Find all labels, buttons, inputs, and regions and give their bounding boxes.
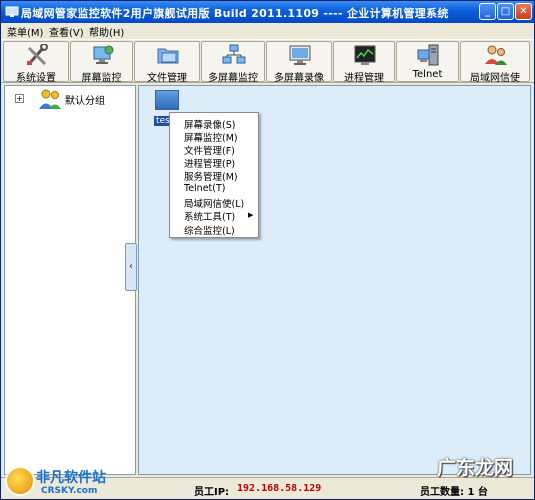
toolbar-label: 文件管理: [147, 73, 187, 84]
process-management-button[interactable]: 进程管理: [333, 41, 395, 84]
users-icon: [485, 45, 507, 65]
submenu-arrow-icon: ▶: [248, 211, 254, 219]
ctx-item-process-management[interactable]: 进程管理(P): [184, 156, 235, 170]
folder-icon: [157, 48, 179, 64]
toolbar-label: 多屏幕监控: [208, 73, 258, 84]
toolbar-label: 多屏幕录像: [274, 73, 324, 84]
maximize-button[interactable]: □: [497, 3, 514, 20]
app-icon: [5, 6, 19, 17]
multi-screen-record-button[interactable]: 多屏幕录像: [266, 41, 332, 84]
employee-ip-value: 192.168.58.129: [237, 483, 322, 494]
ctx-item-screen-monitor[interactable]: 屏幕监控(M): [184, 130, 238, 144]
telnet-button[interactable]: Telnet: [396, 41, 459, 82]
file-management-button[interactable]: 文件管理: [134, 41, 200, 84]
employee-count: 员工数量: 1 台: [420, 487, 488, 498]
group-users-icon: [39, 89, 61, 109]
gdlw-watermark: 广东龙网: [437, 457, 514, 479]
toolbar: 系统设置 屏幕监控 文件管理 多屏幕监控 多屏幕录像 进程管理 Telnet 局…: [1, 39, 534, 84]
network-icon: [222, 44, 246, 64]
minimize-button[interactable]: _: [479, 3, 496, 20]
ctx-item-screen-record[interactable]: 屏幕录像(S): [184, 117, 235, 131]
context-menu: 屏幕录像(S) 屏幕监控(M) 文件管理(F) 进程管理(P) 服务管理(M) …: [169, 112, 259, 238]
ctx-item-integrated-monitor[interactable]: 综合监控(L): [184, 223, 235, 237]
app-window: 局域网管家监控软件2用户旗舰试用版 Build 2011.1109 ---- 企…: [0, 0, 535, 500]
menu-item-menu[interactable]: 菜单(M): [7, 24, 43, 39]
menu-item-help[interactable]: 帮助(H): [89, 24, 124, 39]
watermark-title: 非凡软件站: [36, 470, 106, 486]
group-tree-panel: + 默认分组: [4, 85, 136, 475]
process-icon: [354, 45, 376, 65]
system-settings-button[interactable]: 系统设置: [3, 41, 69, 84]
collapse-panel-button[interactable]: ‹: [125, 243, 137, 291]
crsky-logo-icon: [5, 466, 35, 496]
menu-bar: 菜单(M) 查看(V) 帮助(H): [1, 23, 534, 39]
ctx-item-system-tools[interactable]: 系统工具(T): [184, 209, 235, 223]
toolbar-label: Telnet: [412, 69, 443, 80]
watermark-subtitle: CRSKY.com: [41, 486, 98, 496]
title-bar[interactable]: 局域网管家监控软件2用户旗舰试用版 Build 2011.1109 ---- 企…: [1, 1, 534, 23]
ctx-item-file-management[interactable]: 文件管理(F): [184, 143, 235, 157]
computer-icon: [155, 90, 179, 110]
ctx-item-telnet[interactable]: Telnet(T): [184, 183, 225, 194]
menu-item-view[interactable]: 查看(V): [49, 24, 84, 39]
lan-messenger-button[interactable]: 局域网信使: [460, 41, 530, 84]
close-button[interactable]: ✕: [515, 3, 532, 20]
multi-screen-monitor-button[interactable]: 多屏幕监控: [201, 41, 265, 84]
monitor-icon: [289, 45, 311, 65]
ctx-item-lan-messenger[interactable]: 局域网信使(L): [184, 196, 244, 210]
screen-monitor-button[interactable]: 屏幕监控: [70, 41, 133, 84]
tree-item-default-group[interactable]: 默认分组: [65, 92, 105, 107]
screen-monitor-icon: [93, 45, 114, 64]
toolbar-label: 系统设置: [16, 73, 56, 84]
ctx-item-service-management[interactable]: 服务管理(M): [184, 169, 238, 183]
employee-ip-label: 员工IP:: [194, 487, 230, 498]
window-title: 局域网管家监控软件2用户旗舰试用版 Build 2011.1109 ---- 企…: [21, 7, 449, 20]
tools-icon: [27, 44, 48, 66]
server-icon: [417, 44, 439, 66]
crsky-watermark: 非凡软件站 CRSKY.com: [3, 463, 123, 499]
tree-expander-button[interactable]: +: [15, 94, 24, 103]
toolbar-label: 进程管理: [344, 73, 384, 84]
toolbar-label: 屏幕监控: [81, 73, 122, 84]
toolbar-label: 局域网信使: [470, 73, 520, 84]
